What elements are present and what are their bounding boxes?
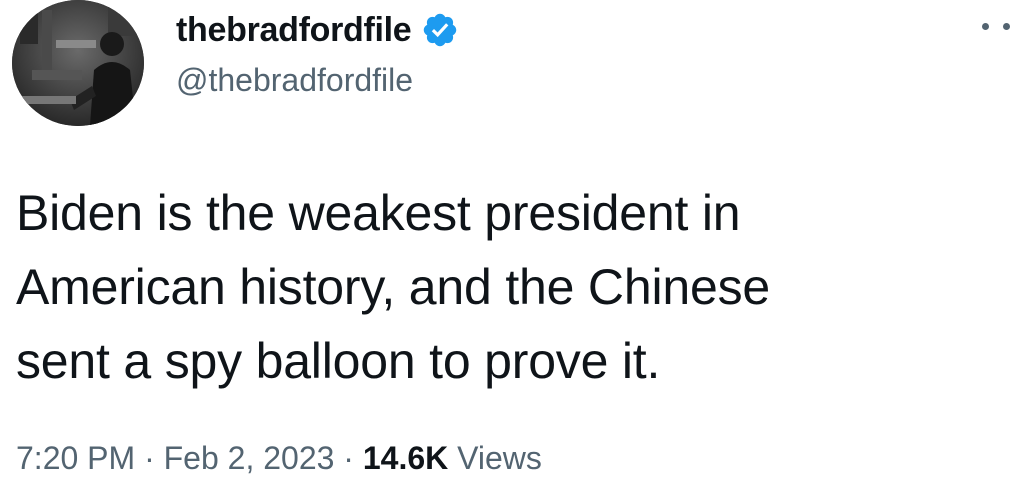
author-name-row: thebradfordfile	[176, 6, 459, 54]
more-dot-icon	[1003, 22, 1010, 30]
more-options-button[interactable]	[982, 14, 1010, 38]
views-label: Views	[457, 440, 542, 476]
tweet-meta: 7:20 PM · Feb 2, 2023 · 14.6K Views	[16, 440, 542, 477]
tweet-text-line: American history, and the Chinese	[16, 259, 770, 315]
tweet-text-line: sent a spy balloon to prove it.	[16, 333, 661, 389]
tweet-date[interactable]: Feb 2, 2023	[164, 440, 335, 476]
tweet-time[interactable]: 7:20 PM	[16, 440, 135, 476]
tweet-text-line: Biden is the weakest president in	[16, 185, 741, 241]
meta-separator: ·	[343, 440, 363, 476]
verified-badge-icon	[421, 11, 459, 49]
author-handle[interactable]: @thebradfordfile	[176, 62, 413, 99]
tweet-card: thebradfordfile @thebradfordfile Biden i…	[0, 0, 1015, 487]
author-display-name[interactable]: thebradfordfile	[176, 11, 412, 50]
meta-separator: ·	[144, 440, 164, 476]
author-avatar[interactable]	[12, 0, 144, 126]
more-dot-icon	[982, 22, 989, 30]
tweet-text: Biden is the weakest president in Americ…	[16, 176, 1001, 398]
views-count[interactable]: 14.6K	[363, 440, 457, 476]
profile-photo-icon	[12, 0, 144, 126]
